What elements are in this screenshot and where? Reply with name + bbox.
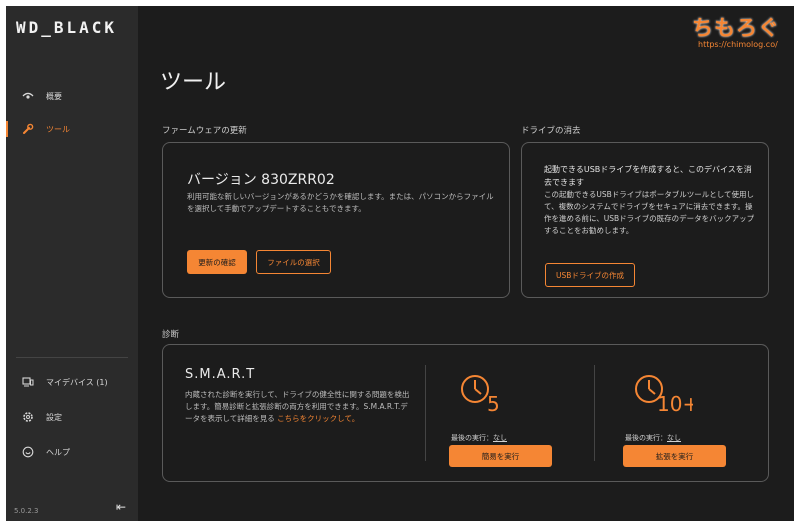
diagnostics-divider (594, 365, 595, 461)
quick-test-timer: 5 (459, 369, 519, 416)
run-quick-test-button[interactable]: 簡易を実行 (449, 445, 552, 467)
sidebar-item-tools[interactable]: ツール (6, 117, 138, 141)
main-content: ツール ファームウェアの更新 バージョン 830ZRR02 利用可能な新しいバー… (138, 6, 794, 521)
run-extended-test-button[interactable]: 拡張を実行 (623, 445, 726, 467)
sidebar-divider (16, 357, 128, 358)
drive-erase-description-main: 起動できるUSBドライブを作成すると、このデバイスを消去できます (544, 165, 752, 187)
stopwatch-icon: 10+ (635, 375, 699, 416)
last-run-label: 最後の実行： (451, 434, 493, 442)
drive-erase-section-label: ドライブの消去 (521, 126, 581, 136)
last-run-value: なし (667, 434, 681, 442)
firmware-description: 利用可能な新しいバージョンがあるかどうかを確認します。または、パソコンからファイ… (187, 192, 494, 213)
watermark-logo: ちもろぐ (692, 16, 780, 40)
gear-icon (22, 411, 34, 423)
last-run-value: なし (493, 434, 507, 442)
sidebar-item-my-devices[interactable]: マイデバイス (1) (6, 370, 138, 394)
quick-test-minutes: 5 (487, 392, 500, 415)
sidebar-item-label: 概要 (46, 91, 62, 101)
last-run-label: 最後の実行： (625, 434, 667, 442)
devices-icon (22, 376, 34, 388)
help-icon (22, 446, 34, 458)
extended-test-minutes: 10+ (657, 392, 693, 415)
sidebar-item-overview[interactable]: 概要 (6, 84, 138, 108)
smart-title: S.M.A.R.T (185, 367, 256, 382)
diagnostics-card: S.M.A.R.T 内蔵された診断を実行して、ドライブの健全性に関する問題を検出… (162, 344, 769, 482)
extended-test-timer: 10+ (633, 369, 699, 416)
smart-description: 内蔵された診断を実行して、ドライブの健全性に関する問題を検出します。簡易診断と拡… (185, 389, 411, 425)
drive-erase-description: 起動できるUSBドライブを作成すると、このデバイスを消去できます この起動できる… (544, 163, 756, 237)
app-window: WD_BLACK 概要 ツール マイデバイス (1) 設定 ヘルプ 5.0.2.… (6, 6, 794, 521)
wd-black-logo: WD_BLACK (16, 18, 118, 37)
diagnostics-section-label: 診断 (162, 330, 180, 340)
firmware-version-title: バージョン 830ZRR02 (187, 172, 335, 188)
check-update-button[interactable]: 更新の確認 (187, 250, 247, 274)
sidebar-item-label: 設定 (46, 412, 62, 422)
wrench-icon (22, 123, 34, 135)
sidebar: WD_BLACK 概要 ツール マイデバイス (1) 設定 ヘルプ 5.0.2.… (6, 6, 138, 521)
quick-test-last-run: 最後の実行：なし (451, 433, 507, 443)
firmware-section-label: ファームウェアの更新 (162, 126, 247, 136)
app-version: 5.0.2.3 (14, 507, 39, 515)
sidebar-item-help[interactable]: ヘルプ (6, 440, 138, 464)
drive-erase-description-detail: この起動できるUSBドライブはポータブルツールとして使用して、複数のシステムでド… (544, 190, 755, 235)
stopwatch-icon: 5 (461, 375, 500, 416)
create-usb-drive-button[interactable]: USBドライブの作成 (545, 263, 635, 287)
sidebar-item-label: ヘルプ (46, 447, 70, 457)
page-title: ツール (160, 70, 227, 95)
sidebar-item-label: マイデバイス (1) (46, 377, 108, 387)
watermark-url: https://chimolog.co/ (698, 40, 778, 49)
sidebar-item-settings[interactable]: 設定 (6, 405, 138, 429)
select-file-button[interactable]: ファイルの選択 (256, 250, 331, 274)
smart-data-link[interactable]: こちらをクリックして。 (277, 414, 359, 423)
sidebar-item-label: ツール (46, 124, 70, 134)
eye-icon (22, 90, 34, 102)
firmware-card: バージョン 830ZRR02 利用可能な新しいバージョンがあるかどうかを確認しま… (162, 142, 510, 298)
diagnostics-divider (425, 365, 426, 461)
extended-test-last-run: 最後の実行：なし (625, 433, 681, 443)
collapse-sidebar-icon[interactable]: ⇤ (116, 500, 126, 514)
drive-erase-card: 起動できるUSBドライブを作成すると、このデバイスを消去できます この起動できる… (521, 142, 769, 298)
